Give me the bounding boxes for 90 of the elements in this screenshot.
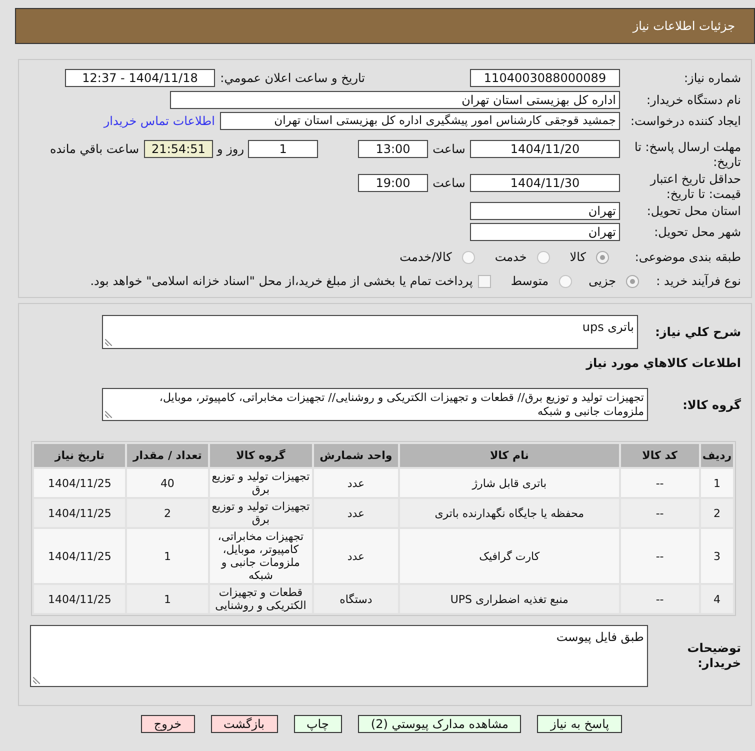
radio-label: خدمت — [494, 249, 527, 266]
table-cell: تجهیزات مخابراتی، کامپیوتر، موبایل، ملزومات جانبی و شبکه — [210, 529, 312, 583]
text-area[interactable]: طبق فایل پیوست — [30, 625, 648, 687]
radio-label: کالا/خدمت — [400, 249, 452, 266]
field-label: حداقل تاریخ اعتبار قیمت: تا تاریخ: — [648, 172, 741, 202]
table-cell: عدد — [314, 499, 398, 527]
page-title: جزئیات اطلاعات نیاز — [632, 18, 735, 35]
section-title: اطلاعات کالاهاي مورد نیاز — [586, 357, 741, 369]
text-field[interactable]: 13:00 — [358, 140, 428, 158]
column-header: ردیف — [700, 444, 733, 467]
text-field[interactable]: جمشید قوجقی کارشناس امور پیشگیری اداره کل بهزیستی استان تهران — [220, 112, 620, 130]
field-label: طبقه بندی موضوعی: — [634, 250, 741, 264]
table-cell: قطعات و تجهیزات الکتریکی و روشنایی — [210, 585, 312, 613]
radio-button[interactable] — [536, 250, 550, 264]
table-cell: 3 — [700, 529, 733, 583]
text-area[interactable]: تجهیزات تولید و توزیع برق// قطعات و تجهیزات الکتریکی و روشنایی// تجهیزات مخابراتی، کامپیوتر، موبایل، ملزومات جانبی و شبکه — [102, 388, 648, 421]
action-button[interactable]: بازگشت — [210, 715, 278, 733]
field-label: ساعت باقي مانده — [50, 141, 139, 158]
table-cell: تجهیزات تولید و توزیع برق — [210, 499, 312, 527]
text-field[interactable]: 19:00 — [358, 174, 428, 192]
field-label: شهر محل تحویل: — [654, 225, 741, 239]
table-cell: 1404/11/25 — [34, 585, 126, 613]
action-button[interactable]: خروج — [140, 715, 194, 733]
remaining-time-field: 21:54:51 — [144, 140, 213, 158]
column-header: گروه کالا — [210, 444, 312, 467]
column-header: واحد شمارش — [314, 444, 398, 467]
table-cell: 2 — [127, 499, 208, 527]
field-label: توضیحات خریدار: — [686, 641, 741, 671]
column-header: تاریخ نیاز — [34, 444, 126, 467]
table-cell: منبع تغذیه اضطراری UPS — [400, 585, 619, 613]
column-header: تعداد / مقدار — [127, 444, 208, 467]
table-cell: عدد — [314, 469, 398, 497]
checkbox[interactable] — [478, 274, 491, 288]
radio-label: کالا — [570, 249, 586, 266]
table-cell: 1 — [127, 529, 208, 583]
table-cell: -- — [620, 499, 699, 527]
text-area[interactable]: باتری ups — [102, 315, 638, 349]
table-cell: 40 — [127, 469, 208, 497]
field-label: شرح کلي نیاز: — [655, 325, 741, 339]
field-label: ایجاد کننده درخواست: — [630, 114, 741, 128]
text-field[interactable]: 1404/11/20 — [470, 140, 620, 158]
column-header: کد کالا — [620, 444, 699, 467]
radio-button[interactable] — [626, 274, 639, 288]
table-cell: دستگاه — [314, 585, 398, 613]
table-cell: -- — [620, 585, 699, 613]
radio-label: جزیی — [588, 273, 616, 290]
resize-grip-icon[interactable] — [105, 339, 112, 346]
field-label: ساعت — [432, 141, 466, 158]
radio-button[interactable] — [558, 274, 572, 288]
text-field[interactable]: تهران — [470, 202, 620, 220]
action-button[interactable]: مشاهده مدارک پیوستي (2) — [358, 715, 522, 733]
field-label: استان محل تحویل: — [646, 204, 741, 218]
table-cell: 1404/11/25 — [34, 499, 126, 527]
resize-grip-icon[interactable] — [33, 677, 40, 684]
table-cell: محفظه یا جایگاه نگهدارنده باتری — [400, 499, 619, 527]
table-cell: 4 — [700, 585, 733, 613]
contact-link[interactable]: اطلاعات تماس خریدار — [104, 112, 215, 130]
radio-button[interactable] — [596, 250, 609, 264]
field-label: نام دستگاه خریدار: — [646, 93, 741, 107]
resize-grip-icon[interactable] — [105, 411, 112, 418]
table-cell: عدد — [314, 529, 398, 583]
table-cell: 1404/11/25 — [34, 529, 126, 583]
table-cell: 2 — [700, 499, 733, 527]
field-label: تاریخ و ساعت اعلان عمومي: — [220, 71, 365, 85]
table-cell: 1 — [700, 469, 733, 497]
radio-label: متوسط — [510, 273, 549, 290]
field-label: شماره نیاز: — [684, 71, 741, 85]
text-field[interactable]: 1404/11/30 — [470, 174, 620, 192]
table-cell: -- — [620, 529, 699, 583]
text-field[interactable]: اداره کل بهزیستی استان تهران — [170, 91, 620, 109]
table-cell: 1404/11/25 — [34, 469, 126, 497]
text-field[interactable]: 1 — [248, 140, 318, 158]
field-label: روز و — [217, 141, 244, 158]
text-field[interactable]: تهران — [470, 223, 620, 241]
action-button[interactable]: پاسخ به نیاز — [537, 715, 622, 733]
table-cell: باتری قابل شارژ — [400, 469, 619, 497]
checkbox-label: پرداخت تمام یا بخشی از مبلغ خرید،از محل "اسناد خزانه اسلامی" خواهد بود. — [90, 273, 473, 290]
table-cell: -- — [620, 469, 699, 497]
action-button[interactable]: چاپ — [294, 715, 342, 733]
table-cell: تجهیزات تولید و توزیع برق — [210, 469, 312, 497]
field-label: مهلت ارسال پاسخ: تا تاریخ: — [633, 140, 741, 170]
field-label: نوع فرآیند خرید : — [656, 274, 741, 288]
text-field[interactable]: 1104003088000089 — [470, 69, 620, 87]
table-cell: کارت گرافیک — [400, 529, 619, 583]
radio-button[interactable] — [462, 250, 475, 264]
text-field[interactable]: 1404/11/18 - 12:37 — [65, 69, 215, 87]
table-cell: 1 — [127, 585, 208, 613]
field-label: ساعت — [432, 175, 466, 192]
field-label: گروه کالا: — [682, 398, 741, 412]
column-header: نام کالا — [400, 444, 619, 467]
